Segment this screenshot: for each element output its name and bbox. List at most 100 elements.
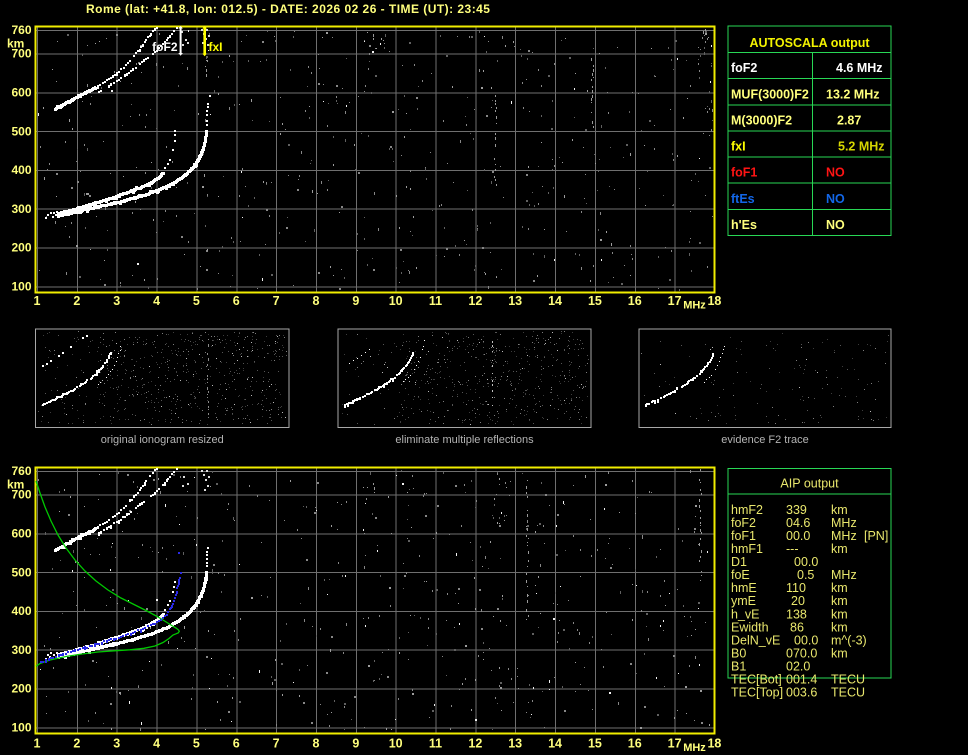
svg-text:760: 760 [11, 23, 31, 37]
svg-text:5.2 MHz: 5.2 MHz [838, 140, 885, 154]
svg-text:16: 16 [628, 294, 642, 308]
svg-text:11: 11 [429, 294, 442, 308]
svg-text:hmF2: hmF2 [731, 503, 763, 517]
svg-text:m^(-3): m^(-3) [831, 633, 867, 647]
svg-text:500: 500 [11, 565, 31, 579]
svg-text:003.6: 003.6 [786, 686, 817, 700]
svg-text:km: km [7, 37, 24, 51]
svg-text:339: 339 [786, 503, 807, 517]
svg-text:TECU: TECU [831, 673, 865, 687]
svg-text:9: 9 [352, 737, 359, 751]
svg-text:20: 20 [791, 594, 805, 608]
svg-text:foE: foE [731, 568, 750, 582]
svg-text:00.0: 00.0 [786, 529, 810, 543]
svg-text:ftEs: ftEs [731, 192, 755, 206]
svg-text:NO: NO [826, 192, 845, 206]
svg-text:760: 760 [11, 464, 31, 478]
svg-text:02.0: 02.0 [786, 660, 810, 674]
svg-text:300: 300 [11, 643, 31, 657]
svg-text:18: 18 [707, 737, 721, 751]
svg-text:8: 8 [312, 294, 319, 308]
svg-text:12: 12 [468, 737, 482, 751]
svg-text:00.0: 00.0 [794, 633, 818, 647]
svg-text:138: 138 [786, 607, 807, 621]
svg-text:ymE: ymE [731, 594, 756, 608]
svg-text:D1: D1 [731, 555, 747, 569]
svg-text:6: 6 [233, 737, 240, 751]
svg-text:foF1: foF1 [731, 166, 757, 180]
svg-text:4: 4 [153, 294, 160, 308]
svg-text:MUF(3000)F2: MUF(3000)F2 [731, 87, 809, 101]
svg-text:2: 2 [73, 737, 80, 751]
svg-text:17: 17 [668, 737, 682, 751]
svg-text:4: 4 [153, 737, 160, 751]
svg-text:DelN_vE: DelN_vE [731, 633, 780, 647]
svg-text:MHz: MHz [831, 516, 857, 530]
svg-text:04.6: 04.6 [786, 516, 810, 530]
svg-text:fxI: fxI [731, 140, 746, 154]
svg-text:5: 5 [193, 737, 200, 751]
svg-text:10: 10 [389, 737, 403, 751]
svg-text:18: 18 [707, 294, 721, 308]
svg-text:600: 600 [11, 527, 31, 541]
svg-text:NO: NO [826, 218, 845, 232]
svg-text:km: km [831, 607, 848, 621]
svg-text:3: 3 [113, 294, 120, 308]
svg-text:8: 8 [312, 737, 319, 751]
svg-text:km: km [7, 478, 24, 492]
svg-text:5: 5 [193, 294, 200, 308]
svg-text:hmE: hmE [731, 581, 757, 595]
svg-text:400: 400 [11, 604, 31, 618]
svg-text:4.6 MHz: 4.6 MHz [836, 61, 883, 75]
svg-text:10: 10 [389, 294, 403, 308]
svg-text:B0: B0 [731, 646, 746, 660]
svg-text:AUTOSCALA output: AUTOSCALA output [749, 36, 870, 50]
svg-text:B1: B1 [731, 660, 746, 674]
svg-text:original ionogram resized: original ionogram resized [101, 434, 224, 446]
svg-text:110: 110 [786, 581, 806, 595]
svg-text:2.87: 2.87 [837, 114, 861, 128]
svg-text:15: 15 [588, 737, 602, 751]
svg-text:86: 86 [790, 620, 804, 634]
svg-text:7: 7 [273, 737, 280, 751]
svg-text:foF1: foF1 [731, 529, 756, 543]
svg-text:14: 14 [548, 294, 562, 308]
svg-text:13.2 MHz: 13.2 MHz [826, 87, 880, 101]
svg-text:MHz: MHz [683, 300, 706, 312]
svg-text:km: km [831, 620, 848, 634]
svg-text:---: --- [786, 542, 799, 556]
svg-text:100: 100 [11, 280, 31, 294]
svg-text:evidence F2 trace: evidence F2 trace [721, 434, 808, 446]
svg-text:NO: NO [826, 166, 845, 180]
svg-text:hmF1: hmF1 [731, 542, 763, 556]
svg-text:11: 11 [429, 737, 442, 751]
svg-text:[PN]: [PN] [864, 529, 888, 543]
svg-text:300: 300 [11, 202, 31, 216]
svg-text:h'Es: h'Es [731, 218, 757, 232]
svg-text:6: 6 [233, 294, 240, 308]
svg-text:500: 500 [11, 124, 31, 138]
svg-text:001.4: 001.4 [786, 673, 817, 687]
svg-text:1: 1 [34, 737, 41, 751]
svg-text:17: 17 [668, 294, 682, 308]
svg-text:1: 1 [34, 294, 41, 308]
svg-text:100: 100 [11, 721, 31, 735]
svg-text:foF2: foF2 [731, 61, 757, 75]
svg-text:15: 15 [588, 294, 602, 308]
svg-text:km: km [831, 581, 848, 595]
svg-text:MHz: MHz [831, 568, 857, 582]
svg-text:7: 7 [273, 294, 280, 308]
svg-text:TECU: TECU [831, 686, 865, 700]
svg-text:TEC[Bot]: TEC[Bot] [731, 673, 782, 687]
svg-text:13: 13 [508, 737, 522, 751]
svg-text:14: 14 [548, 737, 562, 751]
svg-text:2: 2 [73, 294, 80, 308]
svg-text:070.0: 070.0 [786, 646, 817, 660]
svg-text:TEC[Top]: TEC[Top] [731, 686, 783, 700]
svg-text:km: km [831, 503, 848, 517]
svg-text:12: 12 [468, 294, 482, 308]
svg-text:400: 400 [11, 163, 31, 177]
svg-text:200: 200 [11, 241, 31, 255]
svg-text:200: 200 [11, 682, 31, 696]
svg-text:foF2: foF2 [731, 516, 756, 530]
